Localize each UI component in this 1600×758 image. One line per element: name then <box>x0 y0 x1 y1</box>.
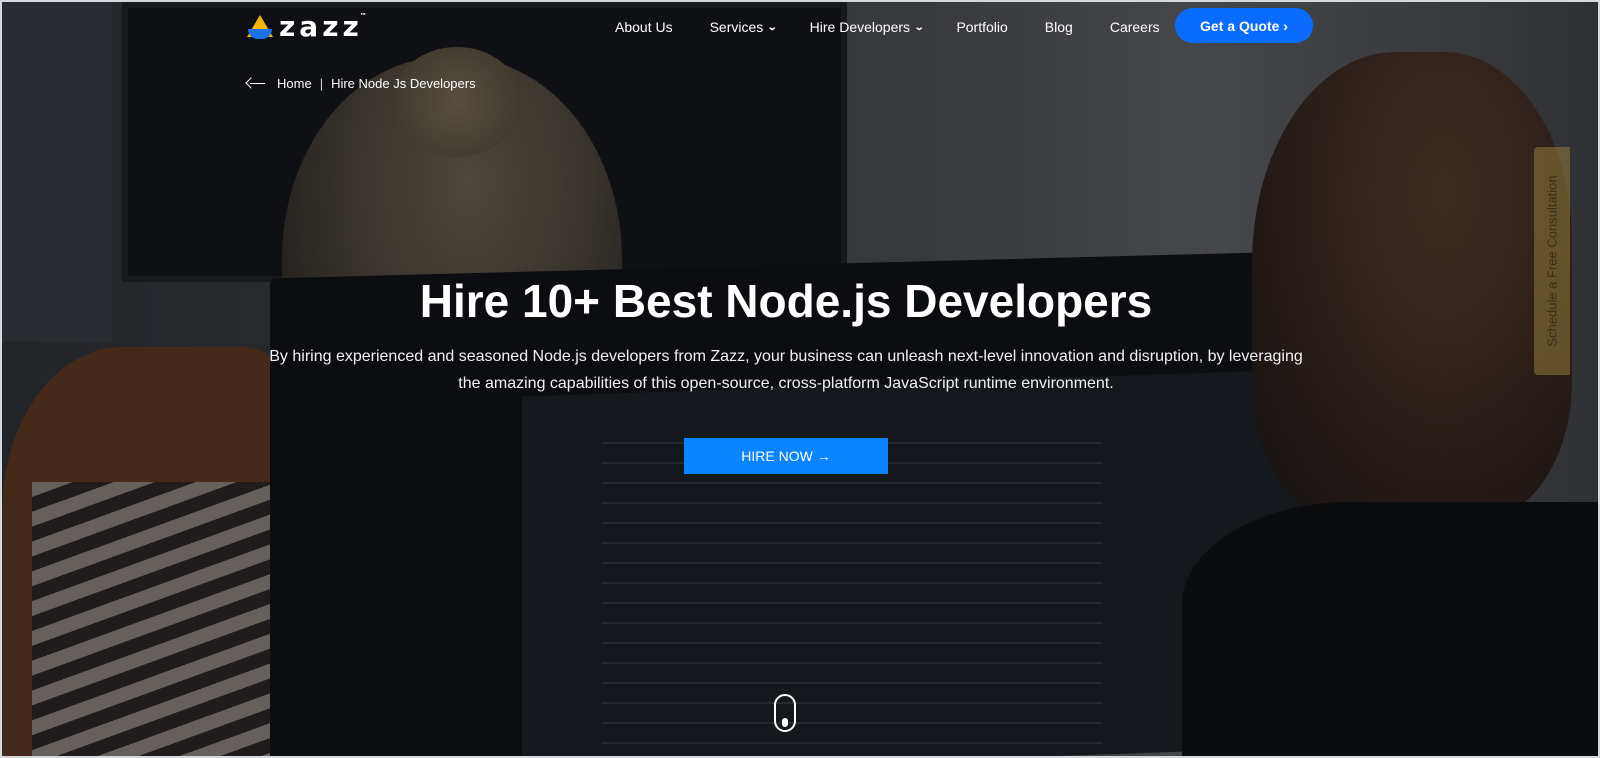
back-arrow-icon[interactable] <box>245 76 266 91</box>
nav-item-portfolio[interactable]: Portfolio <box>956 19 1007 35</box>
nav-item-blog[interactable]: Blog <box>1045 19 1073 35</box>
schedule-consultation-label: Schedule a Free Consultation <box>1544 175 1560 347</box>
hire-now-button[interactable]: HIRE NOW → <box>684 438 888 474</box>
scroll-mouse-icon[interactable] <box>774 694 796 732</box>
nav-item-careers[interactable]: Careers <box>1110 19 1160 35</box>
logo-text: zazz ™ <box>279 10 371 43</box>
nav-item-hire-developers[interactable]: Hire Developers ⌄ <box>810 19 925 35</box>
logo-icon <box>247 14 273 41</box>
breadcrumb-separator: | <box>319 76 324 91</box>
breadcrumb-home-link[interactable]: Home <box>277 76 312 91</box>
chevron-down-icon: ⌄ <box>767 21 778 33</box>
nav-item-about-us[interactable]: About Us <box>615 19 673 35</box>
get-a-quote-button[interactable]: Get a Quote › <box>1175 8 1313 43</box>
chevron-down-icon: ⌄ <box>913 21 925 33</box>
site-logo[interactable]: zazz ™ <box>247 10 371 44</box>
scroll-wheel <box>782 718 788 727</box>
main-nav: About Us Services ⌄ Hire Developers ⌄ Po… <box>615 17 1160 37</box>
page-frame: zazz ™ About Us Services ⌄ Hire Developer… <box>0 0 1600 758</box>
breadcrumb: Home | Hire Node Js Developers <box>245 76 476 91</box>
page-title: Hire 10+ Best Node.js Developers <box>419 275 1153 327</box>
hero-description: By hiring experienced and seasoned Node.… <box>269 348 1303 392</box>
nav-item-services[interactable]: Services ⌄ <box>710 19 778 35</box>
breadcrumb-current: Hire Node Js Developers <box>331 76 476 91</box>
schedule-consultation-tab[interactable]: Schedule a Free Consultation <box>1534 147 1570 375</box>
